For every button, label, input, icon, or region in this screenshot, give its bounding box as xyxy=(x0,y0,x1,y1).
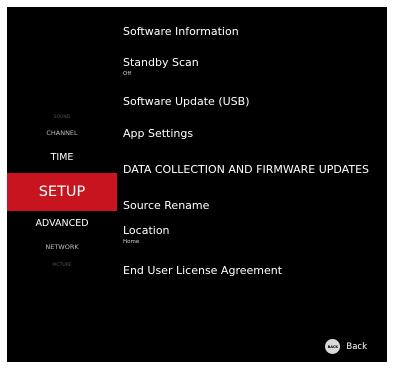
menu-item-app-settings[interactable]: App Settings xyxy=(123,127,193,140)
menu-item-value: Off xyxy=(123,71,132,77)
menu-item-label: Standby Scan xyxy=(123,56,199,69)
menu-item-end-user-license-agreement[interactable]: End User License Agreement xyxy=(123,264,282,277)
menu-item-label: DATA COLLECTION AND FIRMWARE UPDATES xyxy=(123,163,370,176)
sidebar-item-advanced[interactable]: ADVANCED xyxy=(7,218,117,229)
menu-item-label: End User License Agreement xyxy=(123,264,283,277)
back-hint[interactable]: BACK Back xyxy=(325,339,367,354)
sidebar-item-channel[interactable]: CHANNEL xyxy=(7,129,117,137)
menu-item-label: Location xyxy=(123,224,170,237)
menu-item-software-update-usb[interactable]: Software Update (USB) xyxy=(123,95,249,108)
tv-settings-screen: SOUND CHANNEL TIME SETUP ADVANCED NETWOR… xyxy=(7,7,387,362)
category-sidebar: SOUND CHANNEL TIME SETUP ADVANCED NETWOR… xyxy=(7,7,117,362)
sidebar-item-sound[interactable]: SOUND xyxy=(7,115,117,120)
sidebar-item-network[interactable]: NETWORK xyxy=(7,243,117,251)
menu-item-label: App Settings xyxy=(123,127,194,140)
sidebar-item-time[interactable]: TIME xyxy=(7,152,117,163)
sidebar-item-picture[interactable]: PICTURE xyxy=(7,263,117,268)
setup-menu: Software Information Standby Scan Off So… xyxy=(123,7,385,362)
menu-item-label: Software Information xyxy=(123,25,239,38)
menu-item-standby-scan[interactable]: Standby Scan Off xyxy=(123,56,199,77)
menu-item-label: Software Update (USB) xyxy=(123,95,250,108)
menu-item-source-rename[interactable]: Source Rename xyxy=(123,199,209,212)
back-button-icon: BACK xyxy=(325,339,341,354)
menu-item-location[interactable]: Location Home xyxy=(123,224,170,245)
sidebar-item-setup[interactable]: SETUP xyxy=(7,173,117,211)
menu-item-software-information[interactable]: Software Information xyxy=(123,25,239,38)
menu-item-label: Source Rename xyxy=(123,199,210,212)
menu-item-data-collection[interactable]: DATA COLLECTION AND FIRMWARE UPDATES xyxy=(123,163,369,176)
menu-item-value: Home xyxy=(123,239,140,245)
back-label: Back xyxy=(346,341,367,352)
